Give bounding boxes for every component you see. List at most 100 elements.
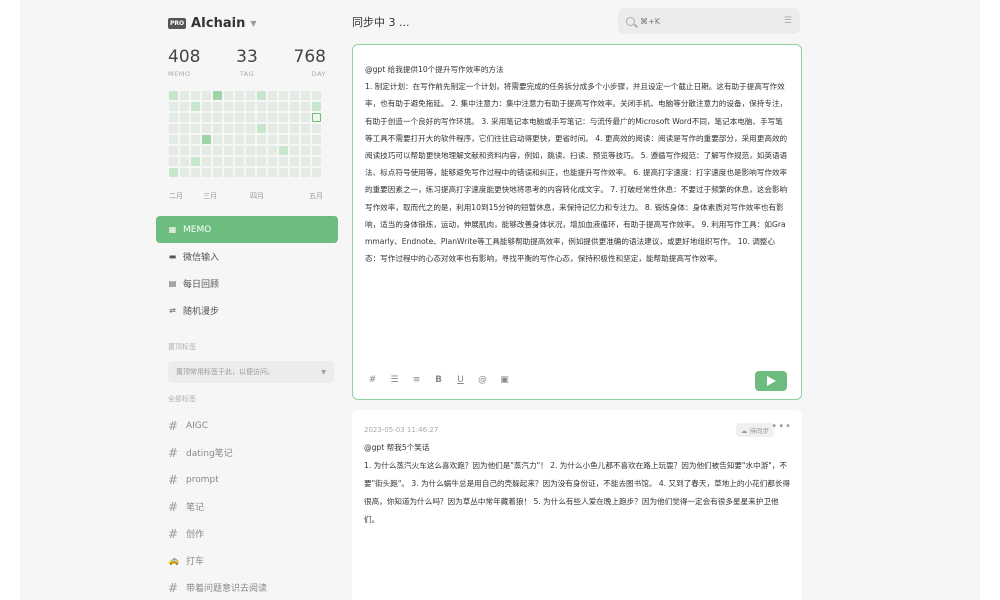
heatmap-cell[interactable] bbox=[224, 91, 233, 100]
heatmap-cell[interactable] bbox=[235, 135, 244, 144]
heatmap-cell[interactable] bbox=[312, 124, 321, 133]
heatmap-cell[interactable] bbox=[191, 157, 200, 166]
heatmap-cell[interactable] bbox=[235, 102, 244, 111]
heatmap-cell[interactable] bbox=[279, 157, 288, 166]
heatmap-cell[interactable] bbox=[235, 91, 244, 100]
tag-item[interactable]: # 创作 bbox=[168, 520, 338, 547]
heatmap-cell[interactable] bbox=[191, 91, 200, 100]
heatmap-cell[interactable] bbox=[290, 168, 299, 177]
heatmap-cell[interactable] bbox=[257, 124, 266, 133]
image-icon[interactable]: ▣ bbox=[499, 375, 510, 385]
memo-editor[interactable]: @gpt 给我提供10个提升写作效率的方法 1. 制定计划：在写作前先制定一个计… bbox=[352, 44, 802, 400]
stat-tag[interactable]: 33 TAG bbox=[236, 48, 258, 79]
heatmap-cell[interactable] bbox=[312, 102, 321, 111]
heatmap-cell[interactable] bbox=[191, 135, 200, 144]
heatmap-cell[interactable] bbox=[290, 135, 299, 144]
heatmap-cell[interactable] bbox=[279, 102, 288, 111]
nav-item-random-walk[interactable]: ⇌ 随机漫步 bbox=[156, 297, 338, 324]
nav-item-daily-review[interactable]: ▤ 每日回顾 bbox=[156, 270, 338, 297]
heatmap-cell[interactable] bbox=[290, 113, 299, 122]
heatmap-cell[interactable] bbox=[213, 124, 222, 133]
heatmap-cell[interactable] bbox=[246, 146, 255, 155]
bold-icon[interactable]: B bbox=[433, 375, 444, 385]
memo-card[interactable]: 2023-05-03 11:46:27 ☁ 待同步 ••• @gpt 帮我5个笑… bbox=[352, 410, 802, 600]
tag-item[interactable]: # 带着问题意识去阅读 bbox=[168, 574, 338, 600]
heatmap-cell[interactable] bbox=[180, 113, 189, 122]
search-bar[interactable]: ☰ bbox=[618, 8, 800, 34]
editor-content[interactable]: @gpt 给我提供10个提升写作效率的方法 1. 制定计划：在写作前先制定一个计… bbox=[365, 61, 789, 267]
heatmap-cell[interactable] bbox=[246, 135, 255, 144]
heatmap-cell[interactable] bbox=[235, 124, 244, 133]
heatmap-cell[interactable] bbox=[224, 168, 233, 177]
heatmap-cell[interactable] bbox=[290, 157, 299, 166]
heatmap-cell[interactable] bbox=[213, 91, 222, 100]
heatmap-cell[interactable] bbox=[213, 113, 222, 122]
heatmap-cell[interactable] bbox=[279, 113, 288, 122]
checklist-icon[interactable]: ☰ bbox=[389, 375, 400, 385]
heatmap-cell[interactable] bbox=[290, 91, 299, 100]
heatmap-cell[interactable] bbox=[224, 124, 233, 133]
filter-icon[interactable]: ☰ bbox=[784, 16, 792, 26]
heatmap-cell[interactable] bbox=[312, 113, 321, 122]
heatmap-cell[interactable] bbox=[246, 168, 255, 177]
heatmap-cell[interactable] bbox=[246, 124, 255, 133]
heatmap-cell[interactable] bbox=[224, 102, 233, 111]
heatmap-cell[interactable] bbox=[213, 102, 222, 111]
heatmap-cell[interactable] bbox=[235, 146, 244, 155]
heatmap-cell[interactable] bbox=[169, 146, 178, 155]
tag-item[interactable]: # 笔记 bbox=[168, 493, 338, 520]
heatmap-cell[interactable] bbox=[301, 157, 310, 166]
heatmap-cell[interactable] bbox=[202, 157, 211, 166]
heatmap-cell[interactable] bbox=[169, 113, 178, 122]
heatmap-cell[interactable] bbox=[180, 168, 189, 177]
heatmap-cell[interactable] bbox=[246, 157, 255, 166]
heatmap-cell[interactable] bbox=[202, 146, 211, 155]
heatmap-cell[interactable] bbox=[180, 135, 189, 144]
heatmap-cell[interactable] bbox=[290, 146, 299, 155]
heatmap-cell[interactable] bbox=[191, 113, 200, 122]
heatmap-cell[interactable] bbox=[257, 91, 266, 100]
heatmap-cell[interactable] bbox=[279, 91, 288, 100]
heatmap-cell[interactable] bbox=[290, 124, 299, 133]
heatmap-cell[interactable] bbox=[312, 146, 321, 155]
tag-item[interactable]: # dating笔记 bbox=[168, 439, 338, 466]
heatmap-cell[interactable] bbox=[180, 91, 189, 100]
heatmap-cell[interactable] bbox=[224, 157, 233, 166]
heatmap-cell[interactable] bbox=[224, 113, 233, 122]
heatmap-cell[interactable] bbox=[213, 168, 222, 177]
pinned-tag-select[interactable]: 置顶常用标签于此，以便访问。 ▼ bbox=[168, 361, 334, 383]
heatmap-cell[interactable] bbox=[202, 135, 211, 144]
heatmap-cell[interactable] bbox=[312, 157, 321, 166]
heatmap-cell[interactable] bbox=[279, 146, 288, 155]
heatmap-cell[interactable] bbox=[257, 102, 266, 111]
heatmap-cell[interactable] bbox=[268, 124, 277, 133]
nav-item-memo[interactable]: ▦ MEMO bbox=[156, 216, 338, 243]
heatmap-cell[interactable] bbox=[268, 135, 277, 144]
heatmap-cell[interactable] bbox=[191, 146, 200, 155]
stat-memo[interactable]: 408 MEMO bbox=[168, 48, 200, 79]
tag-item[interactable]: # prompt bbox=[168, 466, 338, 493]
heatmap-cell[interactable] bbox=[180, 124, 189, 133]
heatmap-cell[interactable] bbox=[301, 102, 310, 111]
heatmap-cell[interactable] bbox=[191, 102, 200, 111]
more-icon[interactable]: ••• bbox=[771, 421, 792, 432]
send-button[interactable] bbox=[755, 371, 787, 391]
heatmap-cell[interactable] bbox=[257, 135, 266, 144]
heatmap-cell[interactable] bbox=[169, 91, 178, 100]
heatmap-cell[interactable] bbox=[268, 91, 277, 100]
heatmap-cell[interactable] bbox=[257, 157, 266, 166]
heatmap-cell[interactable] bbox=[180, 146, 189, 155]
heatmap-cell[interactable] bbox=[268, 157, 277, 166]
heatmap-cell[interactable] bbox=[257, 113, 266, 122]
heatmap-cell[interactable] bbox=[235, 157, 244, 166]
heatmap-cell[interactable] bbox=[268, 146, 277, 155]
heatmap-cell[interactable] bbox=[202, 124, 211, 133]
heatmap-cell[interactable] bbox=[180, 102, 189, 111]
heatmap-cell[interactable] bbox=[301, 168, 310, 177]
heatmap-cell[interactable] bbox=[279, 135, 288, 144]
heatmap-cell[interactable] bbox=[268, 168, 277, 177]
heatmap-cell[interactable] bbox=[191, 124, 200, 133]
heatmap-cell[interactable] bbox=[301, 91, 310, 100]
nav-item-wechat-input[interactable]: ▬ 微信输入 bbox=[156, 243, 338, 270]
tag-item[interactable]: 🚕 打车 bbox=[168, 547, 338, 574]
